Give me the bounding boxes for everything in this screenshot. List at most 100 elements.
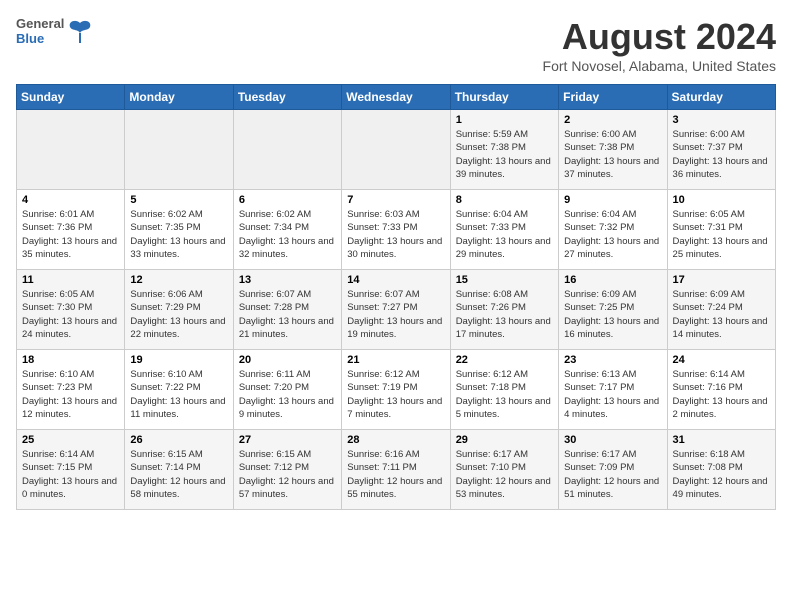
calendar-day-cell: 18 Sunrise: 6:10 AMSunset: 7:23 PMDayligh… xyxy=(17,350,125,430)
day-info: Sunrise: 6:15 AMSunset: 7:14 PMDaylight:… xyxy=(130,448,227,501)
month-title: August 2024 xyxy=(543,16,776,58)
day-info: Sunrise: 5:59 AMSunset: 7:38 PMDaylight:… xyxy=(456,128,553,181)
day-number: 11 xyxy=(22,274,119,286)
day-info: Sunrise: 6:12 AMSunset: 7:18 PMDaylight:… xyxy=(456,368,553,421)
logo-bird-icon xyxy=(66,17,94,45)
day-info: Sunrise: 6:13 AMSunset: 7:17 PMDaylight:… xyxy=(564,368,661,421)
logo-line2: Blue xyxy=(16,31,64,46)
day-info: Sunrise: 6:05 AMSunset: 7:30 PMDaylight:… xyxy=(22,288,119,341)
day-info: Sunrise: 6:09 AMSunset: 7:25 PMDaylight:… xyxy=(564,288,661,341)
day-info: Sunrise: 6:18 AMSunset: 7:08 PMDaylight:… xyxy=(673,448,770,501)
calendar-day-cell: 10 Sunrise: 6:05 AMSunset: 7:31 PMDayligh… xyxy=(667,190,775,270)
location: Fort Novosel, Alabama, United States xyxy=(543,58,776,74)
day-info: Sunrise: 6:17 AMSunset: 7:09 PMDaylight:… xyxy=(564,448,661,501)
day-number: 13 xyxy=(239,274,336,286)
day-number: 19 xyxy=(130,354,227,366)
calendar-day-cell: 23 Sunrise: 6:13 AMSunset: 7:17 PMDayligh… xyxy=(559,350,667,430)
calendar-day-cell: 25 Sunrise: 6:14 AMSunset: 7:15 PMDayligh… xyxy=(17,430,125,510)
calendar-day-cell: 8Sunrise: 6:04 AMSunset: 7:33 PMDaylight… xyxy=(450,190,558,270)
calendar-week-row: 11 Sunrise: 6:05 AMSunset: 7:30 PMDayligh… xyxy=(17,270,776,350)
day-number: 3 xyxy=(673,114,770,126)
calendar-day-cell: 14Sunrise: 6:07 AMSunset: 7:27 PMDayligh… xyxy=(342,270,450,350)
calendar-day-cell: 17Sunrise: 6:09 AMSunset: 7:24 PMDayligh… xyxy=(667,270,775,350)
calendar-day-cell: 15 Sunrise: 6:08 AMSunset: 7:26 PMDayligh… xyxy=(450,270,558,350)
day-info: Sunrise: 6:09 AMSunset: 7:24 PMDaylight:… xyxy=(673,288,770,341)
weekday-header: Saturday xyxy=(667,85,775,110)
calendar-day-cell: 27 Sunrise: 6:15 AMSunset: 7:12 PMDayligh… xyxy=(233,430,341,510)
day-info: Sunrise: 6:14 AMSunset: 7:16 PMDaylight:… xyxy=(673,368,770,421)
calendar-day-cell: 28 Sunrise: 6:16 AMSunset: 7:11 PMDayligh… xyxy=(342,430,450,510)
weekday-header: Tuesday xyxy=(233,85,341,110)
day-number: 22 xyxy=(456,354,553,366)
day-info: Sunrise: 6:00 AMSunset: 7:38 PMDaylight:… xyxy=(564,128,661,181)
day-info: Sunrise: 6:17 AMSunset: 7:10 PMDaylight:… xyxy=(456,448,553,501)
day-info: Sunrise: 6:12 AMSunset: 7:19 PMDaylight:… xyxy=(347,368,444,421)
day-number: 28 xyxy=(347,434,444,446)
day-info: Sunrise: 6:11 AMSunset: 7:20 PMDaylight:… xyxy=(239,368,336,421)
calendar-day-cell: 7 Sunrise: 6:03 AMSunset: 7:33 PMDaylight… xyxy=(342,190,450,270)
day-info: Sunrise: 6:06 AMSunset: 7:29 PMDaylight:… xyxy=(130,288,227,341)
day-number: 24 xyxy=(673,354,770,366)
day-info: Sunrise: 6:02 AMSunset: 7:35 PMDaylight:… xyxy=(130,208,227,261)
day-number: 15 xyxy=(456,274,553,286)
calendar-week-row: 25 Sunrise: 6:14 AMSunset: 7:15 PMDayligh… xyxy=(17,430,776,510)
calendar-day-cell xyxy=(342,110,450,190)
weekday-header: Sunday xyxy=(17,85,125,110)
day-number: 1 xyxy=(456,114,553,126)
day-number: 5 xyxy=(130,194,227,206)
day-info: Sunrise: 6:03 AMSunset: 7:33 PMDaylight:… xyxy=(347,208,444,261)
day-info: Sunrise: 6:08 AMSunset: 7:26 PMDaylight:… xyxy=(456,288,553,341)
calendar-day-cell xyxy=(125,110,233,190)
day-info: Sunrise: 6:15 AMSunset: 7:12 PMDaylight:… xyxy=(239,448,336,501)
calendar-day-cell xyxy=(233,110,341,190)
day-number: 27 xyxy=(239,434,336,446)
day-number: 10 xyxy=(673,194,770,206)
day-info: Sunrise: 6:07 AMSunset: 7:27 PMDaylight:… xyxy=(347,288,444,341)
day-number: 18 xyxy=(22,354,119,366)
calendar-day-cell: 26 Sunrise: 6:15 AMSunset: 7:14 PMDayligh… xyxy=(125,430,233,510)
day-info: Sunrise: 6:10 AMSunset: 7:22 PMDaylight:… xyxy=(130,368,227,421)
day-number: 16 xyxy=(564,274,661,286)
day-info: Sunrise: 6:16 AMSunset: 7:11 PMDaylight:… xyxy=(347,448,444,501)
day-info: Sunrise: 6:05 AMSunset: 7:31 PMDaylight:… xyxy=(673,208,770,261)
weekday-header: Monday xyxy=(125,85,233,110)
day-number: 23 xyxy=(564,354,661,366)
day-number: 6 xyxy=(239,194,336,206)
title-area: August 2024 Fort Novosel, Alabama, Unite… xyxy=(543,16,776,74)
calendar-day-cell: 22 Sunrise: 6:12 AMSunset: 7:18 PMDayligh… xyxy=(450,350,558,430)
day-number: 21 xyxy=(347,354,444,366)
weekday-header: Friday xyxy=(559,85,667,110)
calendar-day-cell: 31 Sunrise: 6:18 AMSunset: 7:08 PMDayligh… xyxy=(667,430,775,510)
day-number: 26 xyxy=(130,434,227,446)
weekday-header-row: SundayMondayTuesdayWednesdayThursdayFrid… xyxy=(17,85,776,110)
day-number: 30 xyxy=(564,434,661,446)
calendar-day-cell: 21 Sunrise: 6:12 AMSunset: 7:19 PMDayligh… xyxy=(342,350,450,430)
calendar-day-cell: 2Sunrise: 6:00 AMSunset: 7:38 PMDaylight… xyxy=(559,110,667,190)
day-info: Sunrise: 6:01 AMSunset: 7:36 PMDaylight:… xyxy=(22,208,119,261)
day-number: 8 xyxy=(456,194,553,206)
weekday-header: Wednesday xyxy=(342,85,450,110)
calendar-week-row: 4Sunrise: 6:01 AMSunset: 7:36 PMDaylight… xyxy=(17,190,776,270)
day-number: 25 xyxy=(22,434,119,446)
calendar-day-cell: 29Sunrise: 6:17 AMSunset: 7:10 PMDayligh… xyxy=(450,430,558,510)
calendar-day-cell: 6 Sunrise: 6:02 AMSunset: 7:34 PMDaylight… xyxy=(233,190,341,270)
calendar-week-row: 18 Sunrise: 6:10 AMSunset: 7:23 PMDayligh… xyxy=(17,350,776,430)
day-info: Sunrise: 6:07 AMSunset: 7:28 PMDaylight:… xyxy=(239,288,336,341)
calendar-day-cell xyxy=(17,110,125,190)
calendar-day-cell: 19 Sunrise: 6:10 AMSunset: 7:22 PMDayligh… xyxy=(125,350,233,430)
calendar-day-cell: 9Sunrise: 6:04 AMSunset: 7:32 PMDaylight… xyxy=(559,190,667,270)
logo: General Blue xyxy=(16,16,94,46)
calendar-day-cell: 13 Sunrise: 6:07 AMSunset: 7:28 PMDayligh… xyxy=(233,270,341,350)
day-number: 31 xyxy=(673,434,770,446)
day-number: 20 xyxy=(239,354,336,366)
calendar-day-cell: 11 Sunrise: 6:05 AMSunset: 7:30 PMDayligh… xyxy=(17,270,125,350)
day-info: Sunrise: 6:10 AMSunset: 7:23 PMDaylight:… xyxy=(22,368,119,421)
day-number: 7 xyxy=(347,194,444,206)
calendar-day-cell: 24 Sunrise: 6:14 AMSunset: 7:16 PMDayligh… xyxy=(667,350,775,430)
calendar-day-cell: 30 Sunrise: 6:17 AMSunset: 7:09 PMDayligh… xyxy=(559,430,667,510)
day-info: Sunrise: 6:00 AMSunset: 7:37 PMDaylight:… xyxy=(673,128,770,181)
day-info: Sunrise: 6:02 AMSunset: 7:34 PMDaylight:… xyxy=(239,208,336,261)
weekday-header: Thursday xyxy=(450,85,558,110)
day-info: Sunrise: 6:14 AMSunset: 7:15 PMDaylight:… xyxy=(22,448,119,501)
calendar-table: SundayMondayTuesdayWednesdayThursdayFrid… xyxy=(16,84,776,510)
